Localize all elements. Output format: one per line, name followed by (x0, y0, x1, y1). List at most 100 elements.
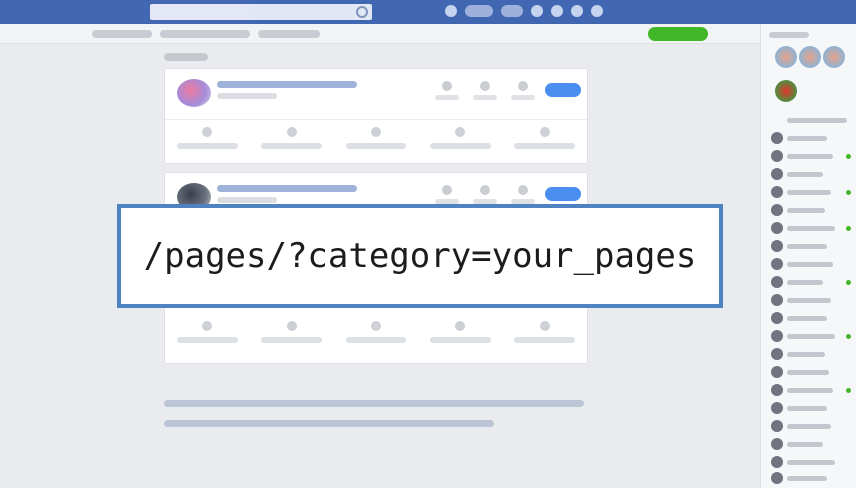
footer-links[interactable] (164, 400, 584, 407)
section-heading (164, 53, 208, 61)
online-status-icon (846, 154, 851, 159)
avatar (771, 472, 783, 484)
url-overlay-box: /pages/?category=your_pages (117, 204, 723, 308)
contact-item[interactable] (771, 456, 851, 470)
avatar (771, 240, 783, 252)
online-status-icon (846, 280, 851, 285)
action-insights[interactable] (334, 321, 418, 351)
messages-icon (518, 81, 528, 91)
page-actions (165, 127, 587, 157)
avatar (771, 294, 783, 306)
action-publish[interactable] (165, 321, 249, 351)
page-thumbnail[interactable] (177, 79, 211, 107)
settings-icon (539, 321, 550, 331)
avatar (771, 420, 783, 432)
stat-views (473, 81, 497, 100)
online-status-icon (846, 334, 851, 339)
publish-icon (202, 321, 213, 331)
nav-link-profile[interactable] (465, 5, 493, 17)
online-status-icon (846, 388, 851, 393)
contact-item[interactable] (771, 114, 851, 128)
tab-discover[interactable] (258, 30, 320, 38)
top-nav-links (445, 5, 603, 19)
nav-link-home[interactable] (501, 5, 523, 17)
page-card (164, 68, 588, 164)
action-promote[interactable] (249, 321, 333, 351)
views-icon (480, 81, 490, 91)
notifications-icon[interactable] (571, 5, 583, 17)
avatar[interactable] (823, 46, 845, 68)
action-promote[interactable] (249, 127, 333, 157)
stat-messages (511, 81, 535, 100)
action-inbox[interactable] (418, 321, 502, 351)
stat-likes (435, 185, 459, 204)
help-icon[interactable] (591, 5, 603, 17)
pages-subheader (0, 24, 760, 44)
contact-item[interactable] (771, 438, 851, 452)
contact-item[interactable] (771, 330, 851, 344)
search-input[interactable] (150, 4, 372, 20)
action-settings[interactable] (503, 321, 587, 351)
chat-sidebar (760, 24, 856, 488)
avatar (771, 222, 783, 234)
profile-avatar[interactable] (445, 5, 457, 17)
avatar (771, 312, 783, 324)
avatar[interactable] (775, 46, 797, 68)
url-path-text: /pages/?category=your_pages (143, 236, 697, 276)
action-publish[interactable] (165, 127, 249, 157)
avatar (771, 402, 783, 414)
publish-icon (202, 127, 213, 137)
action-insights[interactable] (334, 127, 418, 157)
contact-item[interactable] (771, 276, 851, 290)
messages-icon[interactable] (551, 5, 563, 17)
avatar[interactable] (775, 80, 797, 102)
action-settings[interactable] (503, 127, 587, 157)
page-name[interactable] (217, 81, 357, 88)
inbox-icon (455, 127, 466, 137)
stat-likes (435, 81, 459, 100)
stories-row (775, 46, 847, 72)
views-icon (480, 185, 490, 195)
avatar (771, 186, 783, 198)
page-action-button[interactable] (545, 187, 581, 201)
contact-item[interactable] (771, 186, 851, 200)
avatar (771, 438, 783, 450)
avatar[interactable] (799, 46, 821, 68)
contact-item[interactable] (771, 366, 851, 380)
contact-item[interactable] (771, 384, 851, 398)
friends-icon[interactable] (531, 5, 543, 17)
avatar (771, 366, 783, 378)
contact-item[interactable] (771, 204, 851, 218)
create-page-button[interactable] (648, 27, 708, 41)
page-action-button[interactable] (545, 83, 581, 97)
contact-item[interactable] (771, 348, 851, 362)
promote-icon (286, 321, 297, 331)
avatar (771, 348, 783, 360)
contact-item[interactable] (771, 420, 851, 434)
page-name[interactable] (217, 185, 357, 192)
stories-heading (769, 32, 809, 38)
avatar (771, 258, 783, 270)
contact-item[interactable] (771, 472, 851, 486)
online-status-icon (846, 226, 851, 231)
contact-item[interactable] (771, 150, 851, 164)
action-inbox[interactable] (418, 127, 502, 157)
inbox-icon (455, 321, 466, 331)
contact-item[interactable] (771, 402, 851, 416)
contact-item[interactable] (771, 132, 851, 146)
avatar (771, 150, 783, 162)
avatar (771, 456, 783, 468)
page-meta (217, 197, 277, 203)
breadcrumb[interactable] (92, 30, 152, 38)
contact-item[interactable] (771, 258, 851, 272)
divider (165, 119, 587, 120)
contact-item[interactable] (771, 312, 851, 326)
tab-your-pages[interactable] (160, 30, 250, 38)
contact-item[interactable] (771, 240, 851, 254)
contact-item[interactable] (771, 168, 851, 182)
promote-icon (286, 127, 297, 137)
contact-item[interactable] (771, 294, 851, 308)
search-icon[interactable] (356, 6, 368, 18)
contact-item[interactable] (771, 222, 851, 236)
avatar (771, 384, 783, 396)
